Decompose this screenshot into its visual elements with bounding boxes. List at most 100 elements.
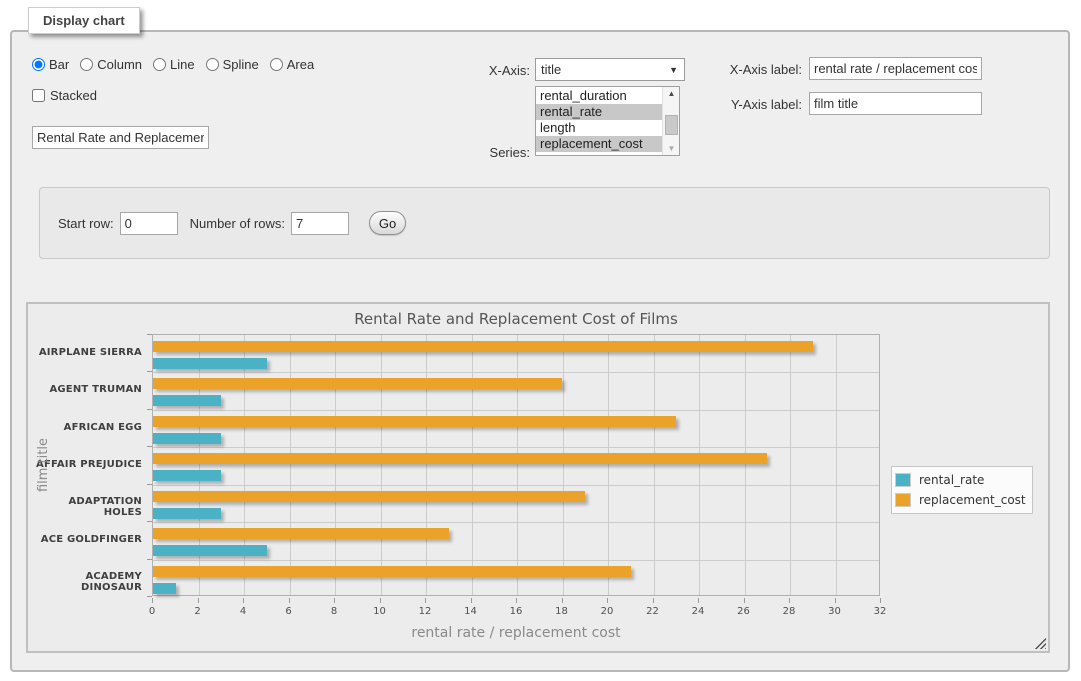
x-tick-label: 26: [729, 606, 759, 617]
series-option-rental_rate[interactable]: rental_rate: [536, 104, 662, 120]
gridline-vertical: [381, 335, 382, 595]
chart-title-input[interactable]: [32, 126, 209, 149]
x-tick-label: 20: [592, 606, 622, 617]
bar-rental_rate: [153, 358, 267, 369]
x-tick-label: 28: [774, 606, 804, 617]
gridline-vertical: [745, 335, 746, 595]
x-tick-mark: [653, 598, 654, 603]
x-tick-label: 18: [547, 606, 577, 617]
series-option-length[interactable]: length: [536, 120, 662, 136]
gridline-vertical: [699, 335, 700, 595]
legend-item: replacement_cost: [895, 490, 1026, 510]
y-axis-label-field-label: Y-Axis label:: [667, 97, 802, 112]
gridline-vertical: [608, 335, 609, 595]
plot-area: [152, 334, 880, 596]
x-tick-label: 6: [274, 606, 304, 617]
x-axis-label-input[interactable]: [809, 57, 982, 80]
x-tick-mark: [152, 598, 153, 603]
chart-type-label: Bar: [49, 57, 69, 72]
resize-handle-icon[interactable]: [1034, 637, 1046, 649]
gridline-horizontal: [153, 560, 879, 561]
start-row-label: Start row:: [58, 216, 114, 231]
scrollbar-thumb[interactable]: [665, 115, 678, 135]
stacked-checkbox[interactable]: [32, 89, 45, 102]
series-select-label: Series:: [412, 145, 530, 160]
chart-type-radio-bar[interactable]: [32, 58, 45, 71]
chart-type-option-spline[interactable]: Spline: [206, 57, 259, 72]
chart-type-option-column[interactable]: Column: [80, 57, 142, 72]
chart-type-option-area[interactable]: Area: [270, 57, 314, 72]
x-tick-label: 10: [365, 606, 395, 617]
gridline-vertical: [790, 335, 791, 595]
series-option-rental_duration[interactable]: rental_duration: [536, 88, 662, 104]
bar-replacement_cost: [153, 566, 631, 577]
series-option-replacement_cost[interactable]: replacement_cost: [536, 136, 662, 152]
bar-replacement_cost: [153, 416, 676, 427]
x-tick-mark: [789, 598, 790, 603]
go-button[interactable]: Go: [369, 211, 406, 235]
chart-type-label: Spline: [223, 57, 259, 72]
bar-rental_rate: [153, 470, 221, 481]
num-rows-input[interactable]: [291, 212, 349, 235]
y-tick-mark: [147, 371, 152, 372]
y-category-label: ACE GOLDFINGER: [28, 534, 142, 545]
chart-type-radio-area[interactable]: [270, 58, 283, 71]
y-axis-label-input[interactable]: [809, 92, 982, 115]
y-category-label: AGENT TRUMAN: [28, 384, 142, 395]
chart-type-radio-spline[interactable]: [206, 58, 219, 71]
gridline-horizontal: [153, 372, 879, 373]
x-tick-label: 24: [683, 606, 713, 617]
gridline-horizontal: [153, 447, 879, 448]
scroll-down-icon[interactable]: ▼: [663, 142, 680, 155]
bar-replacement_cost: [153, 453, 767, 464]
y-category-label: AIRPLANE SIERRA: [28, 347, 142, 358]
chart-type-option-bar[interactable]: Bar: [32, 57, 69, 72]
x-tick-label: 2: [183, 606, 213, 617]
y-tick-mark: [147, 409, 152, 410]
legend-swatch-rental_rate: [895, 473, 911, 487]
legend-label: replacement_cost: [919, 493, 1026, 507]
x-tick-mark: [425, 598, 426, 603]
y-tick-mark: [147, 484, 152, 485]
fieldset-legend: Display chart: [28, 7, 140, 34]
bar-rental_rate: [153, 583, 176, 594]
start-row-input[interactable]: [120, 212, 178, 235]
gridline-horizontal: [153, 410, 879, 411]
chart-type-option-line[interactable]: Line: [153, 57, 195, 72]
display-chart-fieldset: BarColumnLineSplineArea Stacked X-Axis: …: [10, 30, 1070, 672]
y-tick-mark: [147, 596, 152, 597]
x-tick-label: 22: [638, 606, 668, 617]
x-tick-label: 14: [456, 606, 486, 617]
legend-label: rental_rate: [919, 473, 984, 487]
stacked-label: Stacked: [50, 88, 97, 103]
bar-rental_rate: [153, 433, 221, 444]
x-axis-select[interactable]: title ▼: [535, 58, 685, 81]
y-axis-title: film title: [36, 415, 52, 515]
chart-type-radio-line[interactable]: [153, 58, 166, 71]
x-tick-label: 32: [865, 606, 895, 617]
series-options: rental_durationrental_ratelengthreplacem…: [536, 87, 662, 155]
y-tick-mark: [147, 334, 152, 335]
y-category-label: ACADEMY DINOSAUR: [28, 571, 142, 593]
bar-replacement_cost: [153, 341, 813, 352]
x-axis-label-field-label: X-Axis label:: [667, 62, 802, 77]
gridline-vertical: [517, 335, 518, 595]
gridline-vertical: [426, 335, 427, 595]
x-axis-title: rental rate / replacement cost: [152, 625, 880, 641]
chart-type-label: Area: [287, 57, 314, 72]
chart-type-radio-column[interactable]: [80, 58, 93, 71]
chart-legend: rental_rate replacement_cost: [891, 466, 1033, 514]
x-tick-mark: [880, 598, 881, 603]
bar-replacement_cost: [153, 491, 585, 502]
chart-type-label: Column: [97, 57, 142, 72]
x-tick-mark: [334, 598, 335, 603]
stacked-checkbox-row[interactable]: Stacked: [32, 88, 97, 103]
gridline-vertical: [290, 335, 291, 595]
bar-rental_rate: [153, 395, 221, 406]
chart-type-label: Line: [170, 57, 195, 72]
series-multiselect[interactable]: rental_durationrental_ratelengthreplacem…: [535, 86, 680, 156]
x-axis-selected-value: title: [541, 62, 561, 77]
x-tick-mark: [562, 598, 563, 603]
x-tick-label: 12: [410, 606, 440, 617]
x-tick-label: 0: [137, 606, 167, 617]
